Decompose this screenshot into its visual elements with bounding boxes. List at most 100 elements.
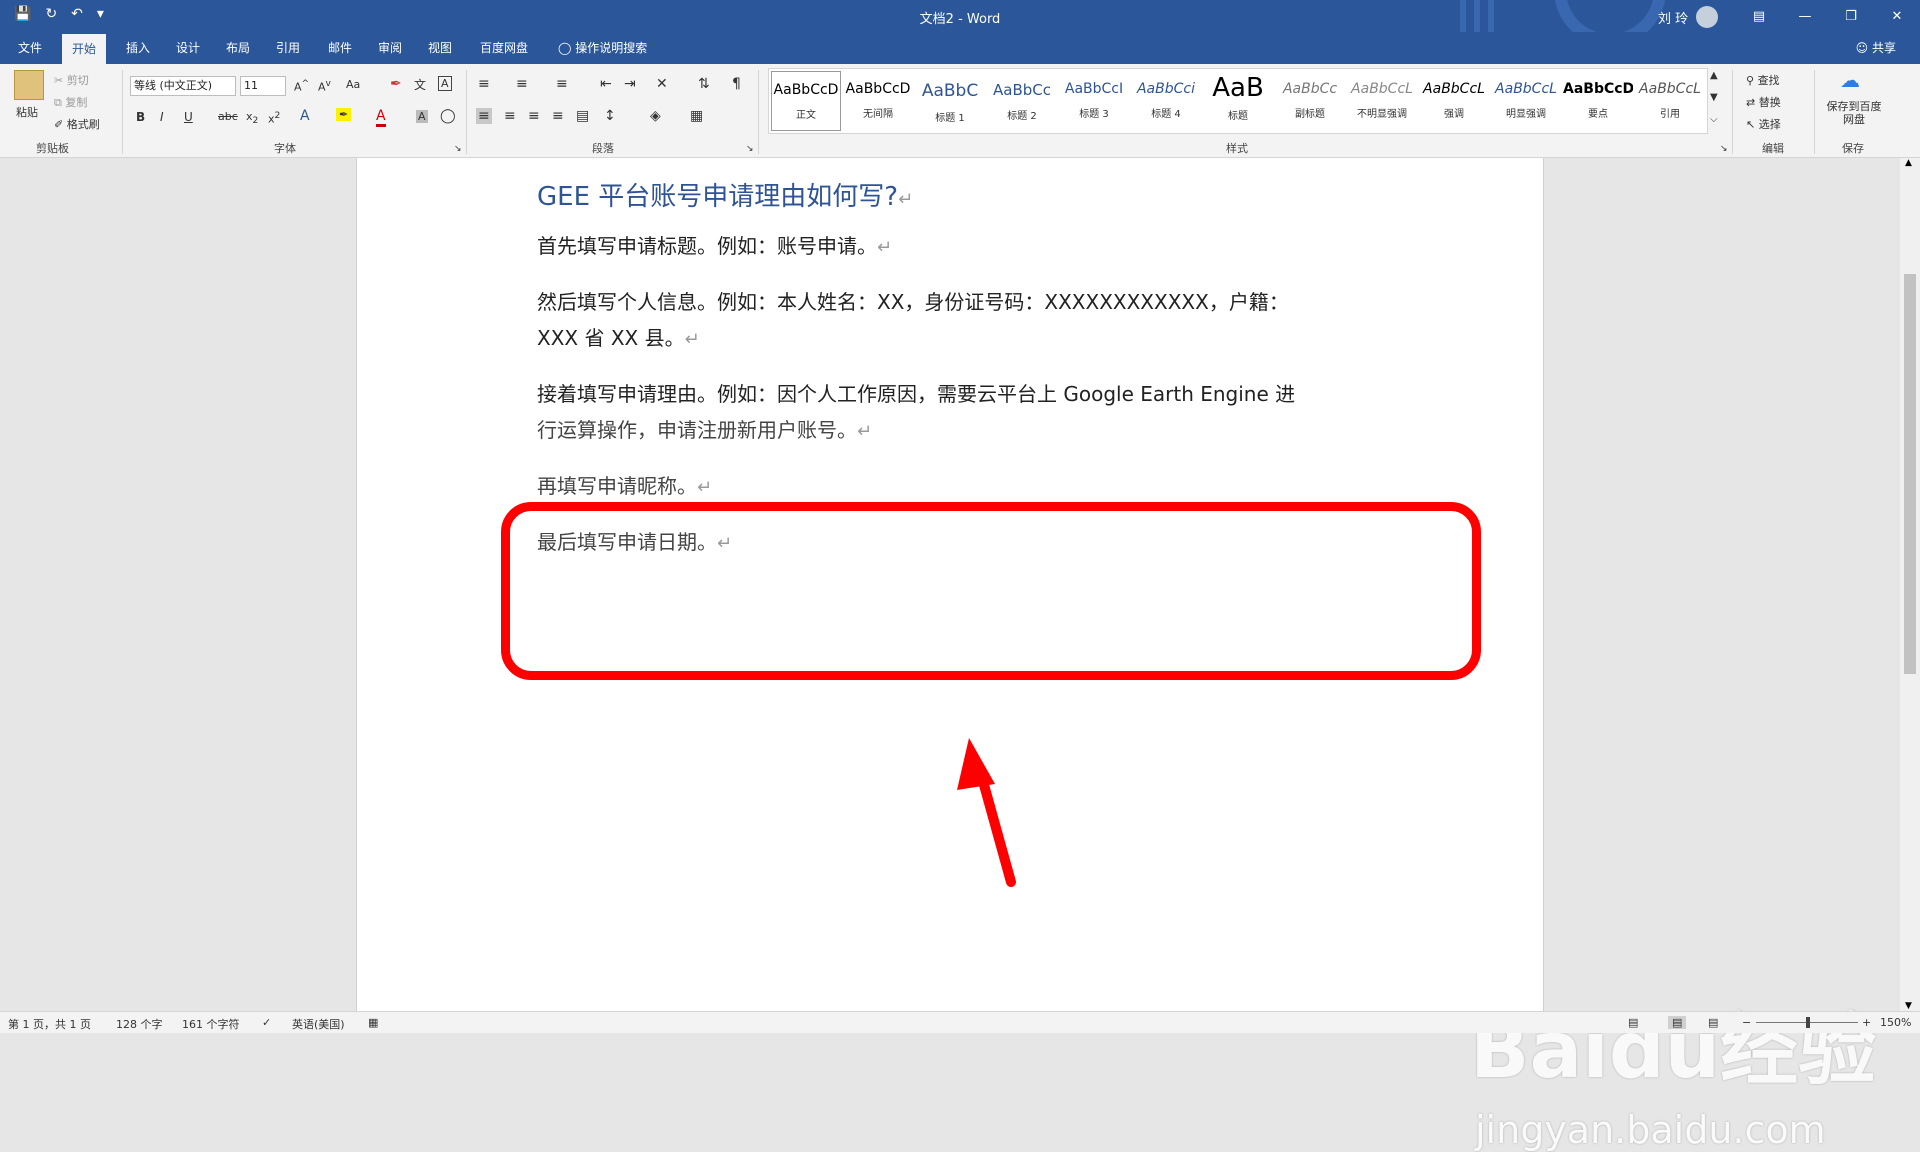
paste-button[interactable]: 粘贴 [16,104,38,120]
cut-button[interactable]: ✂ 剪切 [54,72,89,88]
zoom-in-icon[interactable]: + [1862,1016,1871,1029]
doc-paragraph[interactable]: 首先填写申请标题。例如：账号申请。↵ [537,230,892,259]
maximize-icon[interactable]: ❐ [1828,0,1874,32]
tab-home[interactable]: 开始 [62,34,107,64]
sort-icon[interactable]: ⇅ [698,76,710,92]
styles-scroll-down-icon[interactable]: ▼ [1710,92,1718,103]
char-count[interactable]: 161 个字符 [182,1016,240,1032]
scroll-up-icon[interactable]: ▲ [1905,158,1912,168]
char-border-icon[interactable]: A [438,76,452,91]
clear-format-icon[interactable]: ✒ [390,76,402,92]
multilevel-list-icon[interactable]: ≡ [556,76,568,92]
distributed-icon[interactable]: ▤ [576,108,589,124]
style-heading-3[interactable]: AaBbCcI 标题 3 [1059,71,1129,131]
style-heading-4[interactable]: AaBbCci 标题 4 [1131,71,1201,131]
tab-baidu-netdisk[interactable]: 百度网盘 [476,32,532,64]
align-left-icon[interactable]: ≡ [476,108,492,124]
style-title[interactable]: AaB 标题 [1203,71,1273,131]
tab-mailings[interactable]: 邮件 [324,32,356,64]
style-normal[interactable]: AaBbCcD 正文 [771,71,841,131]
save-to-baidu-button[interactable]: 保存到百度网盘 [1826,100,1882,126]
document-heading[interactable]: GEE 平台账号申请理由如何写?↵ [537,176,913,213]
style-strong[interactable]: AaBbCcD 要点 [1563,71,1633,131]
style-intense-emphasis[interactable]: AaBbCcL 明显强调 [1491,71,1561,131]
subscript-icon[interactable]: x2 [246,110,258,126]
styles-dialog-launcher-icon[interactable]: ↘ [1720,144,1728,154]
tell-me-search[interactable]: ◯ 操作说明搜索 [554,32,651,64]
tab-view[interactable]: 视图 [424,32,456,64]
tab-references[interactable]: 引用 [272,32,304,64]
align-center-icon[interactable]: ≡ [504,108,516,124]
minimize-icon[interactable]: — [1782,0,1828,32]
user-account[interactable]: 刘 玲 [1658,6,1719,28]
document-page[interactable]: GEE 平台账号申请理由如何写?↵ 首先填写申请标题。例如：账号申请。↵ 然后填… [356,158,1544,1011]
share-button[interactable]: ☺ 共享 [1856,32,1896,64]
format-painter-button[interactable]: ✐ 格式刷 [54,116,100,132]
shrink-font-icon[interactable]: Av [318,78,331,94]
shading-icon[interactable]: ◈ [650,108,661,124]
borders-icon[interactable]: ▦ [690,108,703,124]
style-subtitle[interactable]: AaBbCc 副标题 [1275,71,1345,131]
font-name-select[interactable]: 等线 (中文正文) [130,76,236,96]
font-size-select[interactable]: 11 [240,76,286,96]
increase-indent-icon[interactable]: ⇥ [624,76,636,92]
numbering-icon[interactable]: ≡ [516,76,528,92]
style-heading-2[interactable]: AaBbCc 标题 2 [987,71,1057,131]
zoom-level[interactable]: 150% [1880,1016,1911,1029]
bullets-icon[interactable]: ≡ [478,76,490,92]
tab-design[interactable]: 设计 [172,32,204,64]
scrollbar-thumb[interactable] [1904,274,1916,674]
style-heading-1[interactable]: AaBbC 标题 1 [915,71,985,131]
style-emphasis[interactable]: AaBbCcL 强调 [1419,71,1489,131]
font-dialog-launcher-icon[interactable]: ↘ [454,144,462,154]
doc-paragraph[interactable]: 再填写申请昵称。↵ [537,470,712,499]
highlight-icon[interactable]: ✒ [336,108,352,121]
styles-more-icon[interactable]: ⌵ [1710,114,1718,125]
line-spacing-icon[interactable]: ↕ [604,108,616,124]
tab-review[interactable]: 审阅 [374,32,406,64]
select-button[interactable]: ↖ 选择 [1746,116,1781,132]
text-effects-icon[interactable]: A [300,108,310,124]
justify-icon[interactable]: ≡ [552,108,564,124]
page-count[interactable]: 第 1 页，共 1 页 [8,1016,91,1032]
avatar[interactable] [1696,6,1719,28]
phonetic-guide-icon[interactable]: 文 [414,76,426,93]
show-marks-icon[interactable]: ¶ [732,76,741,92]
chinese-layout-icon[interactable]: ✕ [656,76,668,92]
copy-button[interactable]: ⧉ 复制 [54,94,87,110]
paste-icon[interactable] [14,70,44,100]
ribbon-display-icon[interactable]: ▤ [1736,0,1782,32]
language-indicator[interactable]: 英语(美国) [292,1016,345,1032]
print-layout-icon[interactable]: ▤ [1668,1016,1687,1029]
doc-paragraph[interactable]: 行运算操作，申请注册新用户账号。↵ [537,414,872,443]
proofing-icon[interactable]: ✓ [262,1016,271,1029]
bold-icon[interactable]: B [136,110,145,124]
align-right-icon[interactable]: ≡ [528,108,540,124]
macro-icon[interactable]: ▦ [368,1016,378,1029]
superscript-icon[interactable]: x2 [268,110,280,126]
read-mode-icon[interactable]: ▤ [1628,1016,1638,1029]
doc-paragraph[interactable]: 然后填写个人信息。例如：本人姓名：XX，身份证号码：XXXXXXXXXXXX，户… [537,286,1289,315]
tab-insert[interactable]: 插入 [122,32,154,64]
doc-paragraph[interactable]: 接着填写申请理由。例如：因个人工作原因，需要云平台上 Google Earth … [537,378,1295,407]
find-button[interactable]: ⚲ 查找 [1746,72,1780,88]
replace-button[interactable]: ⇄ 替换 [1746,94,1781,110]
scroll-down-icon[interactable]: ▼ [1905,1001,1912,1011]
styles-scroll-up-icon[interactable]: ▲ [1710,70,1718,81]
style-no-spacing[interactable]: AaBbCcD 无间隔 [843,71,913,131]
tab-file[interactable]: 文件 [14,32,46,64]
baidu-netdisk-icon[interactable]: ☁ [1840,68,1860,92]
italic-icon[interactable]: I [160,110,164,124]
style-quote[interactable]: AaBbCcL 引用 [1635,71,1705,131]
word-count[interactable]: 128 个字 [116,1016,163,1032]
grow-font-icon[interactable]: A^ [294,78,309,94]
strikethrough-icon[interactable]: abc [218,110,238,123]
web-layout-icon[interactable]: ▤ [1708,1016,1718,1029]
close-icon[interactable]: ✕ [1874,0,1920,32]
char-shading-icon[interactable]: A [416,110,428,123]
underline-icon[interactable]: U [184,110,193,124]
tab-layout[interactable]: 布局 [222,32,254,64]
font-color-icon[interactable]: A [376,108,386,127]
doc-paragraph[interactable]: XXX 省 XX 县。↵ [537,322,700,351]
zoom-slider-handle[interactable] [1806,1017,1810,1028]
